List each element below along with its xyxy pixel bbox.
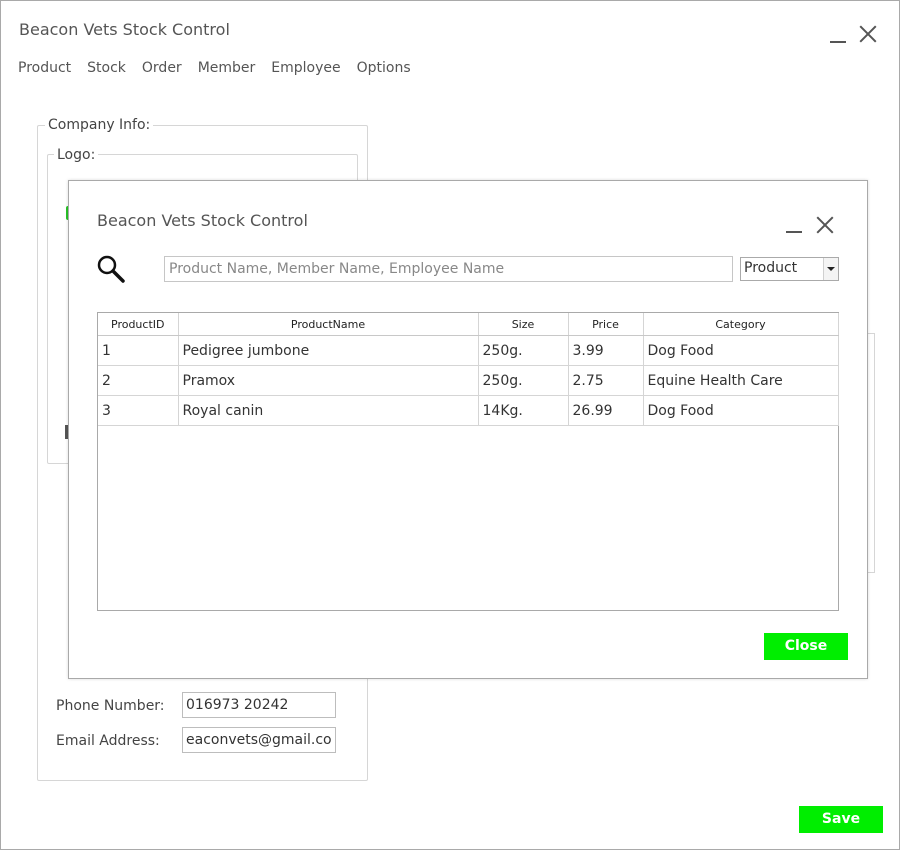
phone-label: Phone Number: xyxy=(56,698,165,714)
table-row[interactable]: 2 Pramox 250g. 2.75 Equine Health Care xyxy=(98,365,839,396)
email-field[interactable] xyxy=(182,727,336,753)
table-row[interactable]: 1 Pedigree jumbone 250g. 3.99 Dog Food xyxy=(98,335,839,366)
chevron-down-icon[interactable] xyxy=(823,258,838,280)
cell-price: 26.99 xyxy=(568,395,644,426)
cell-size: 250g. xyxy=(478,365,569,396)
menu-item-employee[interactable]: Employee xyxy=(271,60,340,76)
column-header-category[interactable]: Category xyxy=(643,313,839,336)
logo-legend: Logo: xyxy=(54,147,99,163)
magnifier-icon xyxy=(97,255,125,283)
cell-category: Dog Food xyxy=(643,395,839,426)
column-header-size[interactable]: Size xyxy=(478,313,569,336)
menu-item-stock[interactable]: Stock xyxy=(87,60,126,76)
column-header-productname[interactable]: ProductName xyxy=(178,313,479,336)
search-dialog: Beacon Vets Stock Control Product Produc… xyxy=(68,180,868,679)
company-info-legend: Company Info: xyxy=(45,117,154,133)
menu-item-product[interactable]: Product xyxy=(18,60,71,76)
table-row[interactable]: 3 Royal canin 14Kg. 26.99 Dog Food xyxy=(98,395,839,426)
column-header-productid[interactable]: ProductID xyxy=(98,313,179,336)
column-header-price[interactable]: Price xyxy=(568,313,644,336)
cell-price: 2.75 xyxy=(568,365,644,396)
cell-product-name: Pedigree jumbone xyxy=(178,335,479,366)
minimize-icon[interactable] xyxy=(786,217,802,233)
close-icon[interactable] xyxy=(816,216,834,234)
search-filter-select[interactable]: Product xyxy=(740,257,839,281)
phone-field[interactable] xyxy=(182,692,336,718)
search-filter-value: Product xyxy=(744,260,798,276)
email-label: Email Address: xyxy=(56,733,160,749)
menu-item-order[interactable]: Order xyxy=(142,60,182,76)
close-button[interactable]: Close xyxy=(764,633,848,660)
minimize-icon[interactable] xyxy=(830,27,846,43)
table-header-row: ProductID ProductName Size Price Categor… xyxy=(98,313,839,336)
close-icon[interactable] xyxy=(859,25,877,43)
cell-size: 250g. xyxy=(478,335,569,366)
results-grid[interactable]: ProductID ProductName Size Price Categor… xyxy=(97,312,839,611)
save-button[interactable]: Save xyxy=(799,806,883,833)
cell-category: Equine Health Care xyxy=(643,365,839,396)
cell-product-name: Royal canin xyxy=(178,395,479,426)
menu-item-options[interactable]: Options xyxy=(357,60,411,76)
hidden-label-edge xyxy=(56,490,68,504)
menu-bar: Product Stock Order Member Employee Opti… xyxy=(18,60,427,76)
dialog-title: Beacon Vets Stock Control xyxy=(97,211,308,230)
cell-product-id: 1 xyxy=(98,335,179,366)
cell-size: 14Kg. xyxy=(478,395,569,426)
right-panel-edge xyxy=(867,333,875,573)
search-input[interactable] xyxy=(164,256,733,282)
cell-category: Dog Food xyxy=(643,335,839,366)
app-title: Beacon Vets Stock Control xyxy=(19,20,230,39)
results-table: ProductID ProductName Size Price Categor… xyxy=(98,313,839,426)
cell-price: 3.99 xyxy=(568,335,644,366)
menu-item-member[interactable]: Member xyxy=(198,60,256,76)
cell-product-id: 2 xyxy=(98,365,179,396)
cell-product-id: 3 xyxy=(98,395,179,426)
cell-product-name: Pramox xyxy=(178,365,479,396)
